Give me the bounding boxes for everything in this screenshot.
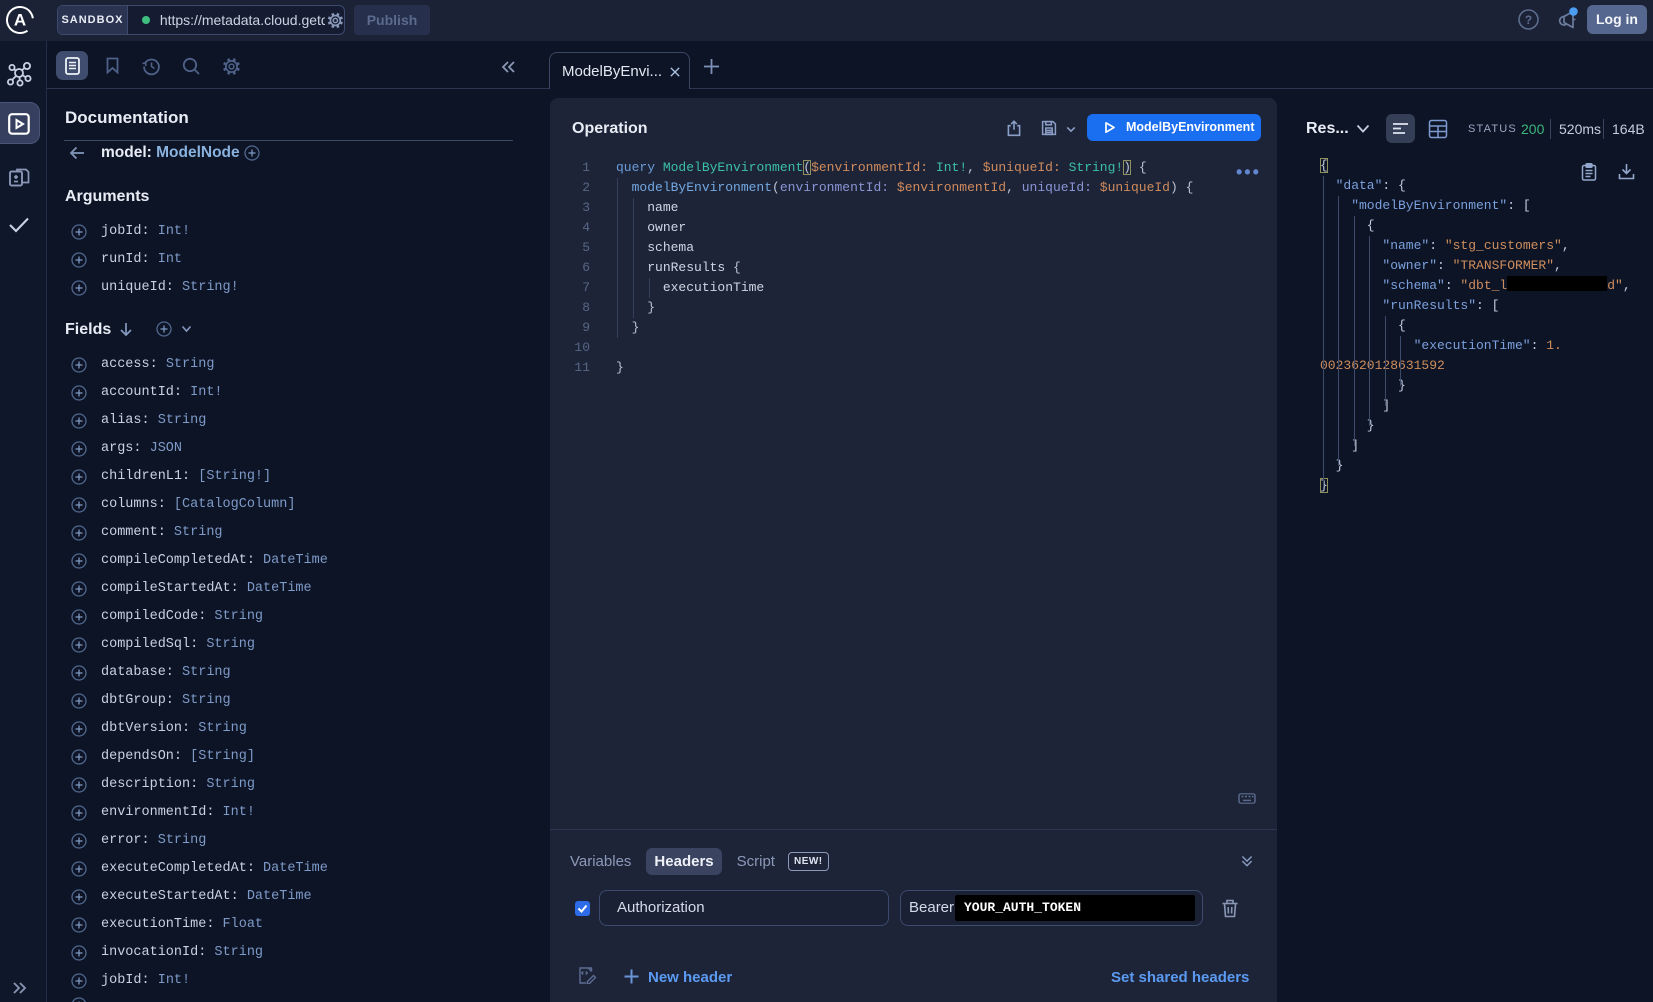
svg-text:?: ? [1525, 13, 1532, 27]
